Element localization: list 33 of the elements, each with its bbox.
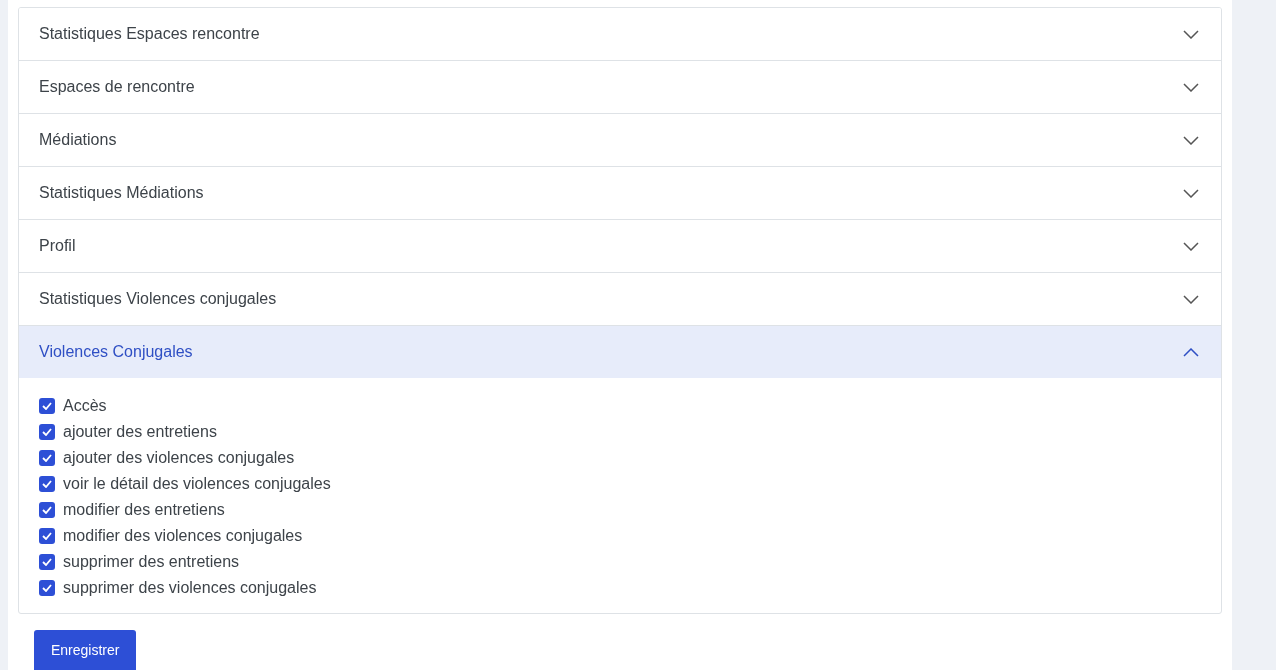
check-icon — [42, 428, 52, 436]
permission-label: supprimer des entretiens — [63, 552, 240, 572]
chevron-down-icon — [1183, 29, 1199, 39]
checkbox[interactable] — [39, 528, 55, 544]
checkbox[interactable] — [39, 424, 55, 440]
permission-label: modifier des entretiens — [63, 500, 225, 520]
check-icon — [42, 584, 52, 592]
chevron-down-icon — [1183, 135, 1199, 145]
permission-label: Accès — [63, 396, 107, 416]
save-button[interactable]: Enregistrer — [34, 630, 137, 670]
checkbox[interactable] — [39, 554, 55, 570]
permission-label: supprimer des violences conjugales — [63, 578, 317, 598]
check-icon — [42, 480, 52, 488]
chevron-down-icon — [1183, 188, 1199, 198]
permission-label: ajouter des entretiens — [63, 422, 217, 442]
chevron-down-icon — [1183, 241, 1199, 251]
check-icon — [42, 454, 52, 462]
permission-label: voir le détail des violences conjugales — [63, 474, 331, 494]
accordion-header[interactable]: Violences Conjugales — [19, 326, 1221, 378]
check-icon — [42, 506, 52, 514]
chevron-down-icon — [1183, 294, 1199, 304]
check-icon — [42, 402, 52, 410]
checkbox[interactable] — [39, 476, 55, 492]
checkbox[interactable] — [39, 450, 55, 466]
checkbox[interactable] — [39, 580, 55, 596]
check-icon — [42, 532, 52, 540]
checkbox[interactable] — [39, 502, 55, 518]
check-icon — [42, 558, 52, 566]
checkbox[interactable] — [39, 398, 55, 414]
chevron-down-icon — [1183, 82, 1199, 92]
permission-label: ajouter des violences conjugales — [63, 448, 295, 468]
permission-label: modifier des violences conjugales — [63, 526, 303, 546]
chevron-up-icon — [1183, 347, 1199, 357]
